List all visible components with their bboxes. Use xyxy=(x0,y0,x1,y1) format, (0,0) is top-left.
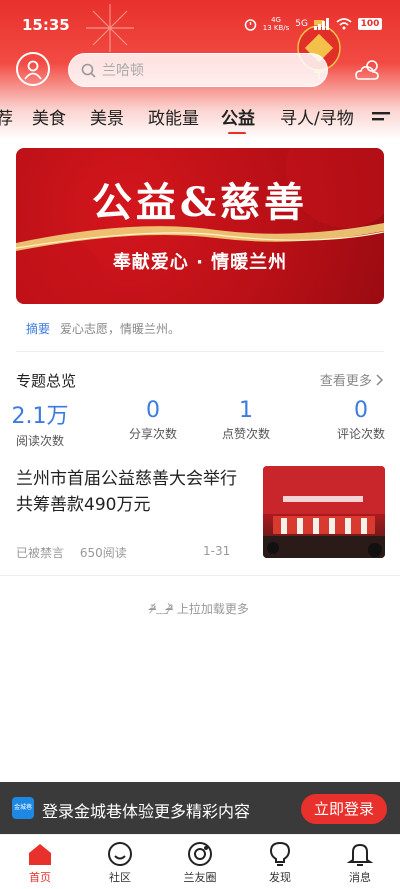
article-thumbnail xyxy=(263,466,385,558)
login-button[interactable]: 立即登录 xyxy=(301,794,387,824)
nav-label: 社区 xyxy=(109,871,131,884)
nav-home[interactable]: 首页 xyxy=(0,841,80,885)
nav-label: 首页 xyxy=(29,871,51,884)
article-date: 1-31 xyxy=(203,544,231,558)
overview-title: 专题总览 xyxy=(16,372,77,390)
login-promo-bar: 金城巷 登录金城巷体验更多精彩内容 立即登录 xyxy=(0,782,400,834)
event-stage-image xyxy=(263,466,385,558)
tab-food[interactable]: 美食 xyxy=(32,104,66,129)
battery-icon: 100 xyxy=(358,18,382,30)
summary-label: 摘要 xyxy=(26,322,51,336)
network-type: 4G xyxy=(271,16,281,24)
banner-subtitle: 奉献爱心 · 情暖兰州 xyxy=(112,252,288,273)
bottom-nav: 首页 社区 兰友圈 发现 消息 xyxy=(0,834,400,889)
stat-label: 阅读次数 xyxy=(15,434,64,448)
tab-lost-found[interactable]: 寻人/寻物 xyxy=(280,104,354,129)
signal-icon xyxy=(314,18,329,30)
avatar[interactable] xyxy=(16,52,50,86)
stat-label: 点赞次数 xyxy=(221,427,270,441)
nav-community[interactable]: 社区 xyxy=(80,841,160,885)
bell-icon xyxy=(347,843,373,866)
network-speed: 4G 13 KB/s xyxy=(263,16,290,32)
stats-row: 2.1万 阅读次数 0 分享次数 1 点赞次数 0 评论次数 xyxy=(0,398,400,448)
article-card[interactable]: 兰州市首届公益慈善大会举行 共筹善款490万元 已被禁言 650阅读 1-31 xyxy=(0,460,400,570)
active-tab-indicator xyxy=(228,132,246,134)
weather-icon[interactable] xyxy=(354,57,382,83)
article-status: 已被禁言 xyxy=(16,546,65,560)
article-title: 兰州市首届公益慈善大会举行 共筹善款490万元 xyxy=(16,469,237,515)
nav-label: 消息 xyxy=(349,871,371,884)
app-logo: 金城巷 xyxy=(12,797,34,819)
status-bar: 15:35 4G 13 KB/s 5G 100 xyxy=(0,0,400,46)
view-more-link[interactable]: 查看更多 xyxy=(320,370,384,389)
tab-government[interactable]: 政能量 xyxy=(148,104,199,129)
alarm-icon xyxy=(244,18,257,31)
tab-charity[interactable]: 公益 xyxy=(221,104,255,129)
nav-label: 发现 xyxy=(269,871,291,884)
stat-value: 0 xyxy=(354,398,368,423)
stat-value: 0 xyxy=(146,398,160,423)
wifi-icon xyxy=(336,18,352,30)
view-more-label: 查看更多 xyxy=(319,374,372,389)
banner-title: 公益&慈善 xyxy=(91,179,309,226)
nav-label: 兰友圈 xyxy=(183,871,217,884)
article-meta: 已被禁言 650阅读 xyxy=(16,544,139,561)
menu-icon[interactable] xyxy=(372,110,390,126)
nav-friends-circle[interactable]: 兰友圈 xyxy=(160,841,240,885)
login-promo-text: 登录金城巷体验更多精彩内容 xyxy=(42,802,251,821)
home-icon xyxy=(29,844,51,865)
chevron-right-icon xyxy=(376,374,384,386)
divider xyxy=(16,351,384,352)
category-tabs: 荐 美食 美景 政能量 公益 寻人/寻物 xyxy=(0,104,400,134)
status-time: 15:35 xyxy=(22,16,70,34)
bulb-icon xyxy=(269,841,291,866)
nav-discover[interactable]: 发现 xyxy=(240,841,320,885)
network-speed-value: 13 KB/s xyxy=(262,24,290,32)
nav-messages[interactable]: 消息 xyxy=(320,841,400,885)
signal-label: 5G xyxy=(295,19,308,29)
stat-shares: 0 分享次数 xyxy=(108,398,198,442)
status-icons: 4G 13 KB/s 5G 100 xyxy=(244,16,382,32)
tab-scenery[interactable]: 美景 xyxy=(90,104,124,129)
smile-icon xyxy=(108,842,132,866)
app-screen: 15:35 4G 13 KB/s 5G 100 兰哈顿 荐 美食 美景 政能量 … xyxy=(0,0,400,889)
load-more-hint: ᵒ̴̶̷᷄﹏ᵒ̴̶̷᷅ 上拉加载更多 xyxy=(151,602,249,616)
stat-label: 评论次数 xyxy=(336,427,385,441)
stat-comments: 0 评论次数 xyxy=(316,398,400,442)
header: 15:35 4G 13 KB/s 5G 100 兰哈顿 荐 美食 美景 政能量 … xyxy=(0,0,400,140)
summary-text: 爱心志愿，情暖兰州。 xyxy=(60,322,181,336)
stat-likes: 1 点赞次数 xyxy=(201,398,291,442)
article-reads: 650阅读 xyxy=(79,546,127,560)
stat-label: 分享次数 xyxy=(128,427,177,441)
user-icon xyxy=(24,60,42,80)
divider xyxy=(0,575,400,576)
topic-banner[interactable]: 公益&慈善 奉献爱心 · 情暖兰州 xyxy=(16,148,384,304)
stat-value: 1 xyxy=(239,398,253,423)
circle-icon xyxy=(188,842,212,866)
stat-reads: 2.1万 阅读次数 xyxy=(0,398,85,449)
tab-recommend[interactable]: 荐 xyxy=(0,104,13,129)
summary: 摘要 爱心志愿，情暖兰州。 xyxy=(26,320,180,337)
search-placeholder: 兰哈顿 xyxy=(102,63,144,79)
search-icon xyxy=(81,63,96,78)
stat-value: 2.1万 xyxy=(11,404,69,429)
search-input[interactable]: 兰哈顿 xyxy=(68,53,328,87)
